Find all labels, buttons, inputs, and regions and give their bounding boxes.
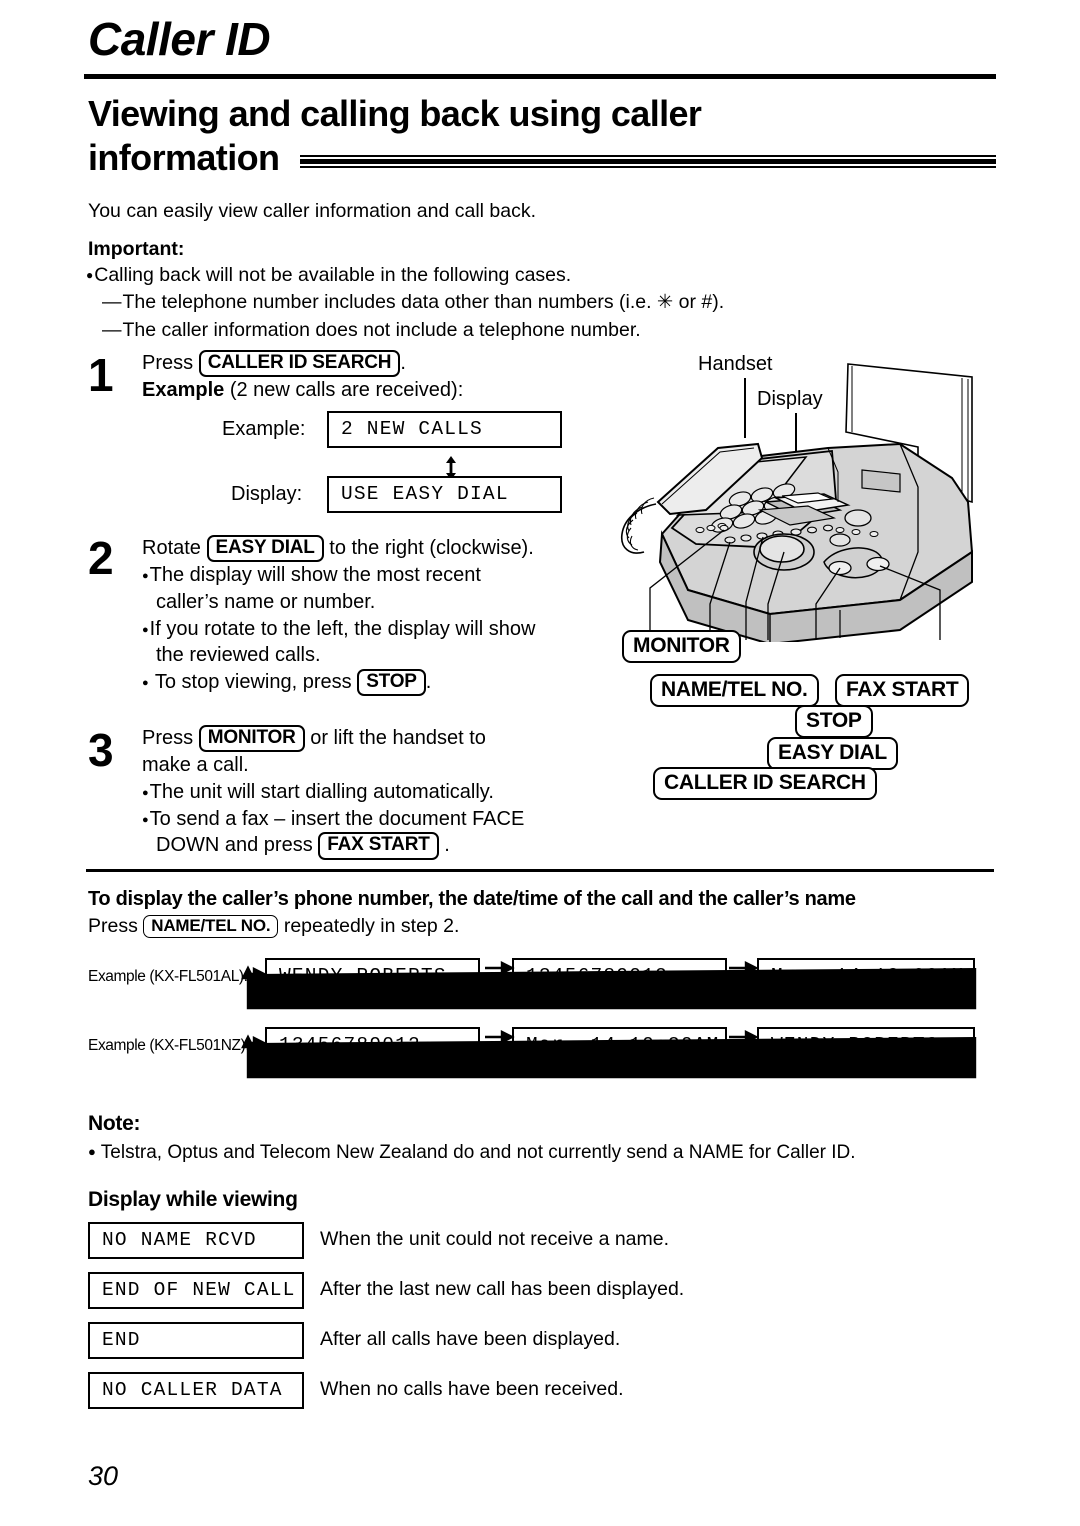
note-text: ● Telstra, Optus and Telecom New Zealand… [88,1142,856,1164]
chapter-title-rule [84,74,996,79]
step-3-down-text: DOWN and press [156,834,313,857]
viewing-row-2-desc: After the last new call has been display… [320,1278,685,1300]
display-section-heading: To display the caller’s phone number, th… [88,888,856,910]
step-2-bullet-2a: If you rotate to the left, the display w… [142,616,602,643]
step-1-example-rest: (2 new calls are received): [229,379,464,402]
easy-dial-key[interactable]: EASY DIAL [206,535,324,563]
step-2-number: 2 [88,532,114,584]
name-tel-no-key[interactable]: NAME/TEL NO. [143,915,279,939]
section-divider [86,869,994,872]
important-list: Calling back will not be available in th… [86,262,916,344]
step-1-period: . [400,352,406,374]
flow-2-arrows [241,1030,977,1079]
monitor-key[interactable]: MONITOR [198,725,305,753]
lcd-use-easy-dial: USE EASY DIAL [327,476,562,513]
note-label: Note: [88,1112,141,1135]
example-label: Example: [222,418,306,440]
stop-key[interactable]: STOP [357,668,426,697]
display-section-instruction: Press NAME/TEL NO. repeatedly in step 2. [88,915,460,939]
flow-1-label: Example (KX-FL501AL): [88,968,248,985]
callout-monitor[interactable]: MONITOR [622,630,741,663]
viewing-row-1-desc: When the unit could not receive a name. [320,1228,670,1250]
note-body: Telstra, Optus and Telecom New Zealand d… [100,1142,856,1163]
press-label: Press [88,915,138,937]
step-2-direction-text: to the right (clockwise). [329,537,534,559]
callout-easy-dial[interactable]: EASY DIAL [767,737,898,770]
step-3-body: Press MONITOR or lift the handset to mak… [142,725,612,860]
step-2-stop-period: . [425,670,432,693]
note-bullet-icon: ● [88,1144,96,1159]
chapter-title: Caller ID [88,13,271,65]
important-bullet: Calling back will not be available in th… [86,262,916,289]
step-1-example-bold: Example [142,379,225,402]
step-2-bullet-1a: The display will show the most recent [142,562,602,589]
fax-machine-illustration [620,363,974,642]
step-2-stop-text: To stop viewing, press [154,670,352,693]
viewing-heading: Display while viewing [88,1188,298,1211]
caller-id-search-key[interactable]: CALLER ID SEARCH [198,350,401,378]
flow-1-arrows [241,961,977,1010]
step-3-number: 3 [88,724,114,776]
viewing-row-1-display: NO NAME RCVD [88,1222,304,1259]
lcd-example-new-calls: 2 NEW CALLS [327,411,562,448]
flow-2-label: Example (KX-FL501NZ): [88,1037,250,1054]
callout-name-tel-no[interactable]: NAME/TEL NO. [650,674,819,707]
step-2-bullet-3: To stop viewing, press STOP. [142,668,602,697]
intro-text: You can easily view caller information a… [88,200,537,222]
step-3-bullet-2b: DOWN and press FAX START . [142,832,612,860]
callout-fax-start[interactable]: FAX START [835,674,970,707]
viewing-row-3-desc: After all calls have been displayed. [320,1328,621,1350]
viewing-row-4-display: NO CALLER DATA [88,1372,304,1409]
page-number: 30 [88,1461,119,1491]
important-sub-1: The telephone number includes data other… [86,289,916,316]
step-2-body: Rotate EASY DIAL to the right (clockwise… [142,535,602,697]
step-3-bullet-1: The unit will start dialling automatical… [142,779,612,806]
step-1-press-label: Press [142,352,194,374]
display-label: Display: [231,483,303,505]
step-3-bullet-2a: To send a fax – insert the document FACE [142,806,612,833]
viewing-row-3-display: END [88,1322,304,1359]
manual-page: Caller ID Viewing and calling back using… [0,0,1080,1526]
repeatedly-text: repeatedly in step 2. [283,915,460,937]
section-title-decoration [300,155,996,168]
step-1-number: 1 [88,349,114,401]
step-2-bullet-2b: the reviewed calls. [156,644,321,667]
viewing-row-2-display: END OF NEW CALL [88,1272,304,1309]
viewing-row-4-desc: When no calls have been received. [320,1378,624,1400]
important-label: Important: [88,238,185,260]
step-3-press-label: Press [142,727,194,749]
step-1-body: Press CALLER ID SEARCH. Example (2 new c… [142,350,602,404]
fax-start-key[interactable]: FAX START [318,832,439,860]
step-3-fax-period: . [444,834,450,857]
step-3-handset-text: or lift the handset to [310,727,486,749]
step-3-line-2: make a call. [142,754,249,777]
callout-caller-id-search[interactable]: CALLER ID SEARCH [653,767,877,800]
callout-stop[interactable]: STOP [795,705,873,738]
step-2-bullet-1b: caller’s name or number. [156,591,376,613]
important-sub-2: The caller information does not include … [86,317,916,344]
step-2-rotate-label: Rotate [142,537,201,559]
